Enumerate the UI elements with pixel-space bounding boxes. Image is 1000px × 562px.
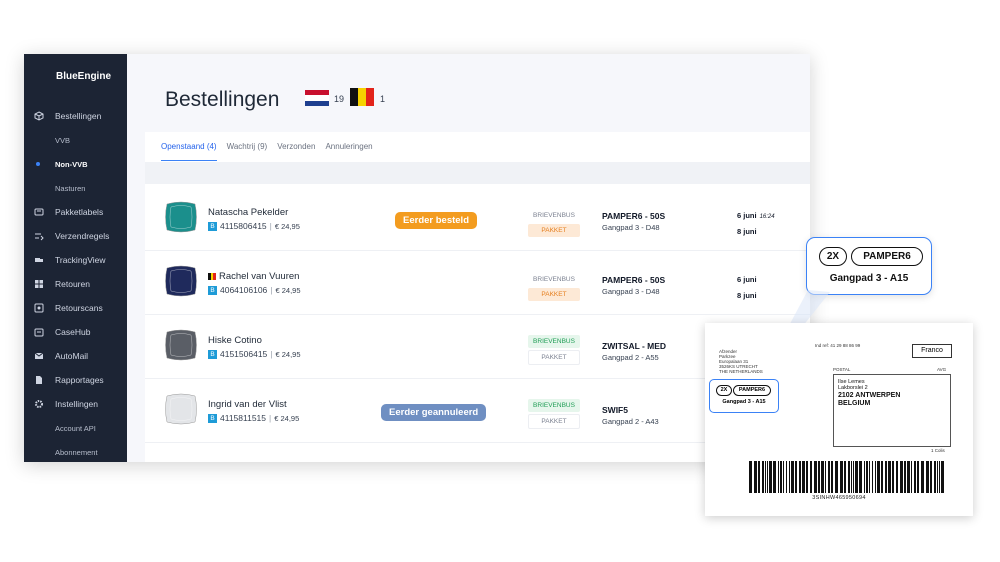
label-sender: Afzender Parkzee Europalaan 31 3526KS UTREC…	[719, 349, 763, 374]
label-mini-callout: 2X PAMPER6 Gangpad 3 - A15	[709, 379, 779, 413]
addr-line-4: BELGIUM	[838, 400, 871, 407]
label-colli: 1 Colis	[931, 448, 945, 453]
sender-line: THE NETHERLANDS	[719, 369, 763, 374]
label-ref: Ind ref: 41 29 88 86 99	[815, 343, 861, 348]
mini-sku: PAMPER6	[733, 385, 771, 396]
barcode-icon	[749, 461, 944, 493]
shipping-label: Afzender Parkzee Europalaan 31 3526KS UTREC…	[705, 323, 973, 516]
addr-line-3: 2102 ANTWERPEN	[838, 392, 901, 399]
mini-location: Gangpad 3 - A15	[722, 399, 766, 405]
label-postal: POSTAL	[833, 367, 851, 372]
mini-qty: 2X	[716, 385, 732, 396]
addr-line-2: Lakborslei 2	[838, 385, 868, 391]
barcode-number: 3SINHW465950694	[812, 495, 866, 501]
label-franco: Franco	[912, 344, 952, 358]
label-avg: AVG	[937, 367, 947, 372]
label-address-box: Ilse Lemes Lakborslei 2 2102 ANTWERPEN B…	[833, 374, 951, 447]
